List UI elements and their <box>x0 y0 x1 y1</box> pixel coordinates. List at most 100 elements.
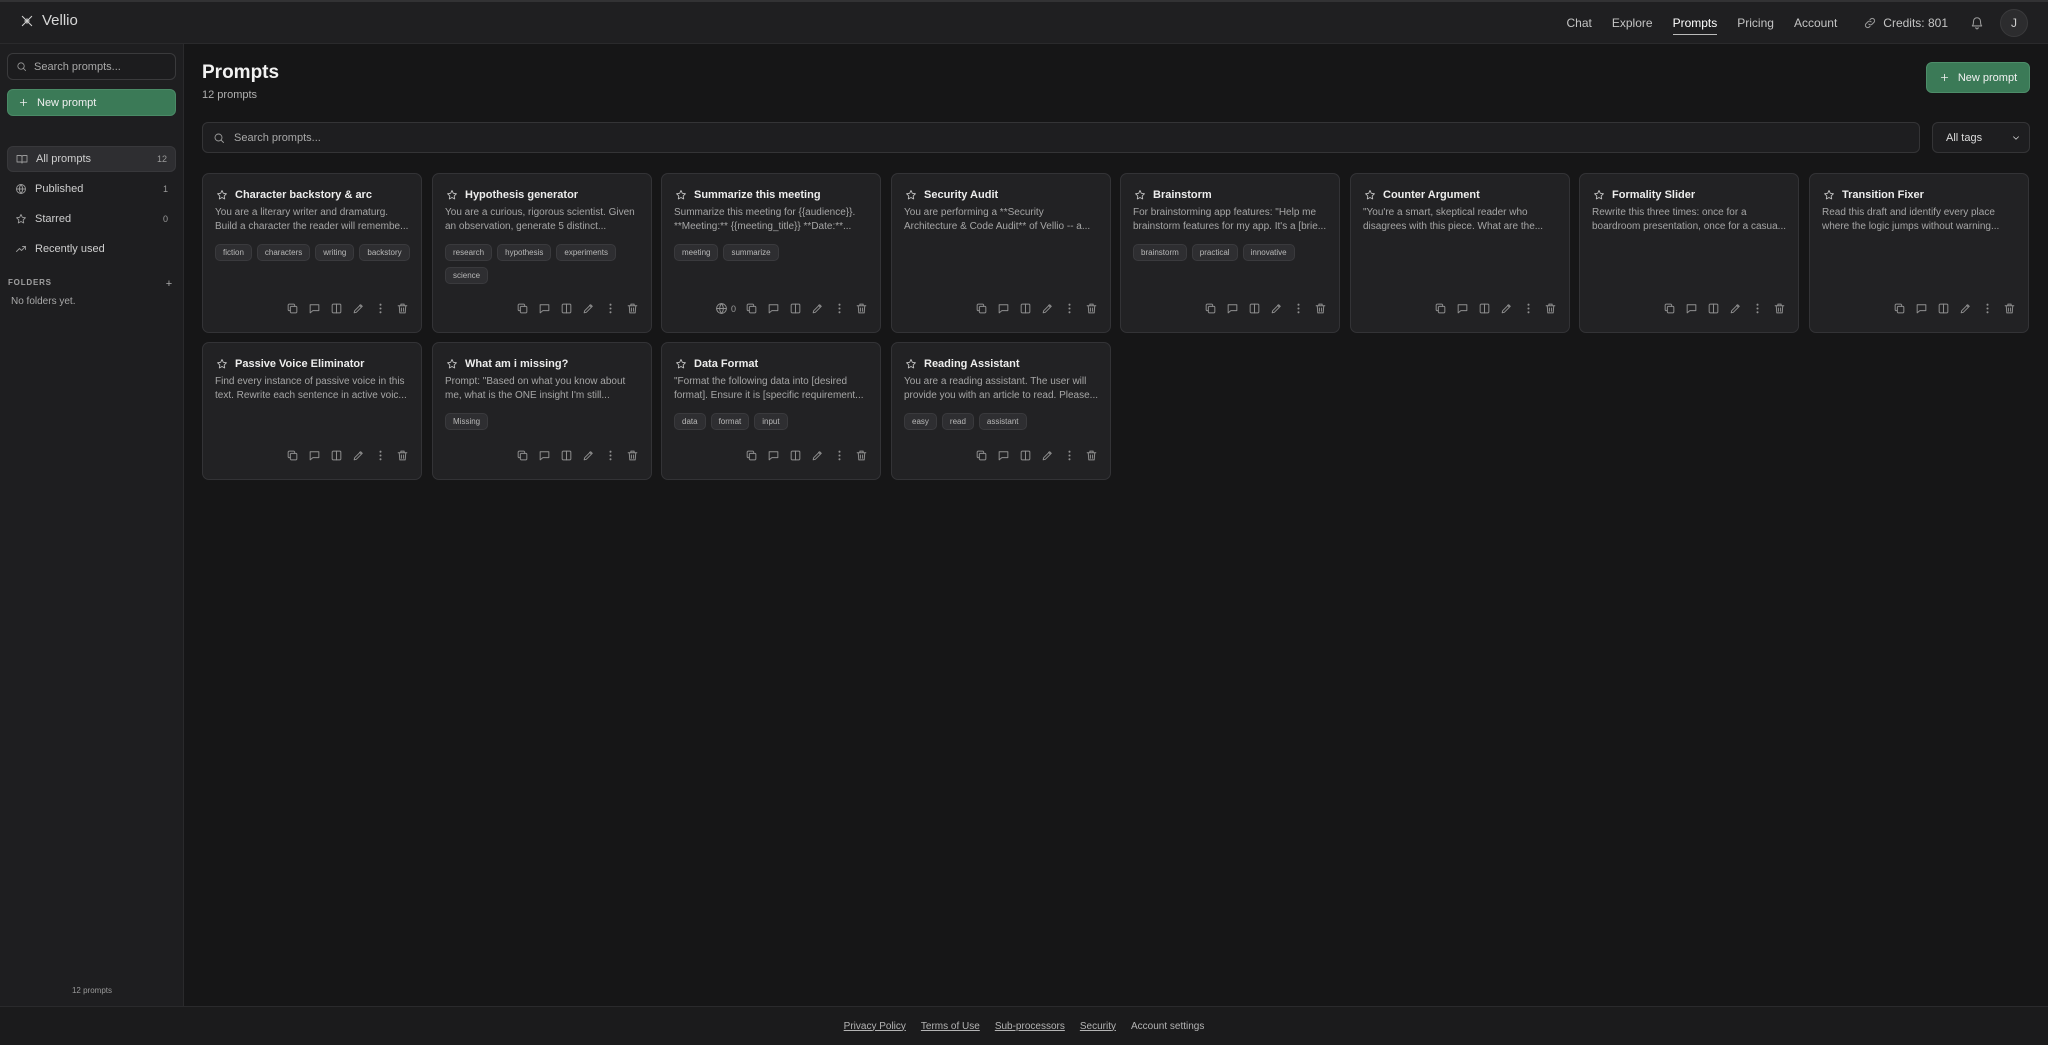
edit-button[interactable] <box>1270 302 1283 315</box>
compare-button[interactable] <box>1707 302 1720 315</box>
delete-button[interactable] <box>1544 302 1557 315</box>
copy-button[interactable] <box>516 302 529 315</box>
delete-button[interactable] <box>396 449 409 462</box>
copy-button[interactable] <box>1893 302 1906 315</box>
use-in-chat-button[interactable] <box>538 302 551 315</box>
use-in-chat-button[interactable] <box>1226 302 1239 315</box>
tag-chip[interactable]: innovative <box>1242 244 1295 261</box>
security-link[interactable]: Security <box>1080 1021 1116 1032</box>
notifications-button[interactable] <box>1970 16 1984 30</box>
edit-button[interactable] <box>1729 302 1742 315</box>
compare-button[interactable] <box>1478 302 1491 315</box>
privacy-policy-link[interactable]: Privacy Policy <box>844 1021 906 1032</box>
copy-button[interactable] <box>1204 302 1217 315</box>
more-button[interactable] <box>1522 302 1535 315</box>
compare-button[interactable] <box>789 302 802 315</box>
nav-account[interactable]: Account <box>1794 12 1837 34</box>
tags-filter-select[interactable]: All tags <box>1932 122 2030 153</box>
edit-button[interactable] <box>1041 449 1054 462</box>
more-button[interactable] <box>1751 302 1764 315</box>
sidebar-item-all-prompts[interactable]: All prompts 12 <box>7 146 176 172</box>
new-prompt-button[interactable]: New prompt <box>1926 62 2030 93</box>
tag-chip[interactable]: research <box>445 244 493 261</box>
sub-processors-link[interactable]: Sub-processors <box>995 1021 1065 1032</box>
compare-button[interactable] <box>560 302 573 315</box>
delete-button[interactable] <box>626 449 639 462</box>
avatar[interactable]: J <box>2000 9 2028 37</box>
star-button[interactable] <box>1364 189 1376 201</box>
account-settings-link[interactable]: Account settings <box>1131 1021 1204 1032</box>
use-in-chat-button[interactable] <box>538 449 551 462</box>
use-in-chat-button[interactable] <box>1915 302 1928 315</box>
prompt-card[interactable]: Reading Assistant You are a reading assis… <box>891 342 1111 480</box>
copy-button[interactable] <box>745 302 758 315</box>
edit-button[interactable] <box>352 449 365 462</box>
more-button[interactable] <box>833 302 846 315</box>
prompt-card[interactable]: Data Format "Format the following data in… <box>661 342 881 480</box>
compare-button[interactable] <box>330 449 343 462</box>
compare-button[interactable] <box>560 449 573 462</box>
tag-chip[interactable]: assistant <box>978 413 1027 430</box>
prompt-card[interactable]: Counter Argument "You're a smart, skeptic… <box>1350 173 1570 333</box>
compare-button[interactable] <box>1937 302 1950 315</box>
compare-button[interactable] <box>1019 302 1032 315</box>
star-button[interactable] <box>446 358 458 370</box>
tag-chip[interactable]: science <box>445 267 489 284</box>
prompt-card[interactable]: Summarize this meeting Summarize this mee… <box>661 173 881 333</box>
compare-button[interactable] <box>1248 302 1261 315</box>
add-folder-button[interactable]: + <box>166 278 173 290</box>
more-button[interactable] <box>833 449 846 462</box>
prompt-card[interactable]: Hypothesis generator You are a curious, r… <box>432 173 652 333</box>
compare-button[interactable] <box>789 449 802 462</box>
tag-chip[interactable]: characters <box>256 244 311 261</box>
edit-button[interactable] <box>582 302 595 315</box>
more-button[interactable] <box>1063 302 1076 315</box>
tag-chip[interactable]: summarize <box>723 244 779 261</box>
search-input[interactable]: Search prompts... <box>202 122 1920 153</box>
more-button[interactable] <box>604 449 617 462</box>
sidebar-search-input[interactable]: Search prompts... <box>7 53 176 80</box>
delete-button[interactable] <box>1314 302 1327 315</box>
prompt-card[interactable]: Security Audit You are performing a **Sec… <box>891 173 1111 333</box>
tag-chip[interactable]: brainstorm <box>1133 244 1187 261</box>
tag-chip[interactable]: read <box>941 413 974 430</box>
delete-button[interactable] <box>1085 449 1098 462</box>
sidebar-item-published[interactable]: Published 1 <box>7 176 176 202</box>
sidebar-item-recently-used[interactable]: Recently used <box>7 236 176 262</box>
edit-button[interactable] <box>582 449 595 462</box>
edit-button[interactable] <box>811 449 824 462</box>
star-button[interactable] <box>216 358 228 370</box>
tag-chip[interactable]: format <box>710 413 750 430</box>
star-button[interactable] <box>1593 189 1605 201</box>
star-button[interactable] <box>1823 189 1835 201</box>
nav-chat[interactable]: Chat <box>1567 12 1592 34</box>
copy-button[interactable] <box>286 449 299 462</box>
star-button[interactable] <box>446 189 458 201</box>
copy-button[interactable] <box>1434 302 1447 315</box>
star-button[interactable] <box>675 189 687 201</box>
tag-chip[interactable]: backstory <box>359 244 410 261</box>
tag-chip[interactable]: hypothesis <box>497 244 552 261</box>
prompt-card[interactable]: What am i missing? Prompt: "Based on what… <box>432 342 652 480</box>
prompt-card[interactable]: Passive Voice Eliminator Find every insta… <box>202 342 422 480</box>
star-button[interactable] <box>905 189 917 201</box>
copy-button[interactable] <box>975 449 988 462</box>
tag-chip[interactable]: experiments <box>556 244 616 261</box>
copy-button[interactable] <box>516 449 529 462</box>
use-in-chat-button[interactable] <box>308 302 321 315</box>
tag-chip[interactable]: fiction <box>215 244 252 261</box>
delete-button[interactable] <box>626 302 639 315</box>
more-button[interactable] <box>374 302 387 315</box>
prompt-card[interactable]: Transition Fixer Read this draft and iden… <box>1809 173 2029 333</box>
tag-chip[interactable]: writing <box>315 244 355 261</box>
star-button[interactable] <box>216 189 228 201</box>
star-button[interactable] <box>1134 189 1146 201</box>
delete-button[interactable] <box>1085 302 1098 315</box>
more-button[interactable] <box>1981 302 1994 315</box>
delete-button[interactable] <box>396 302 409 315</box>
use-in-chat-button[interactable] <box>1456 302 1469 315</box>
tag-chip[interactable]: input <box>754 413 788 430</box>
tag-chip[interactable]: Missing <box>445 413 489 430</box>
sidebar-new-prompt-button[interactable]: New prompt <box>7 89 176 116</box>
copy-button[interactable] <box>745 449 758 462</box>
